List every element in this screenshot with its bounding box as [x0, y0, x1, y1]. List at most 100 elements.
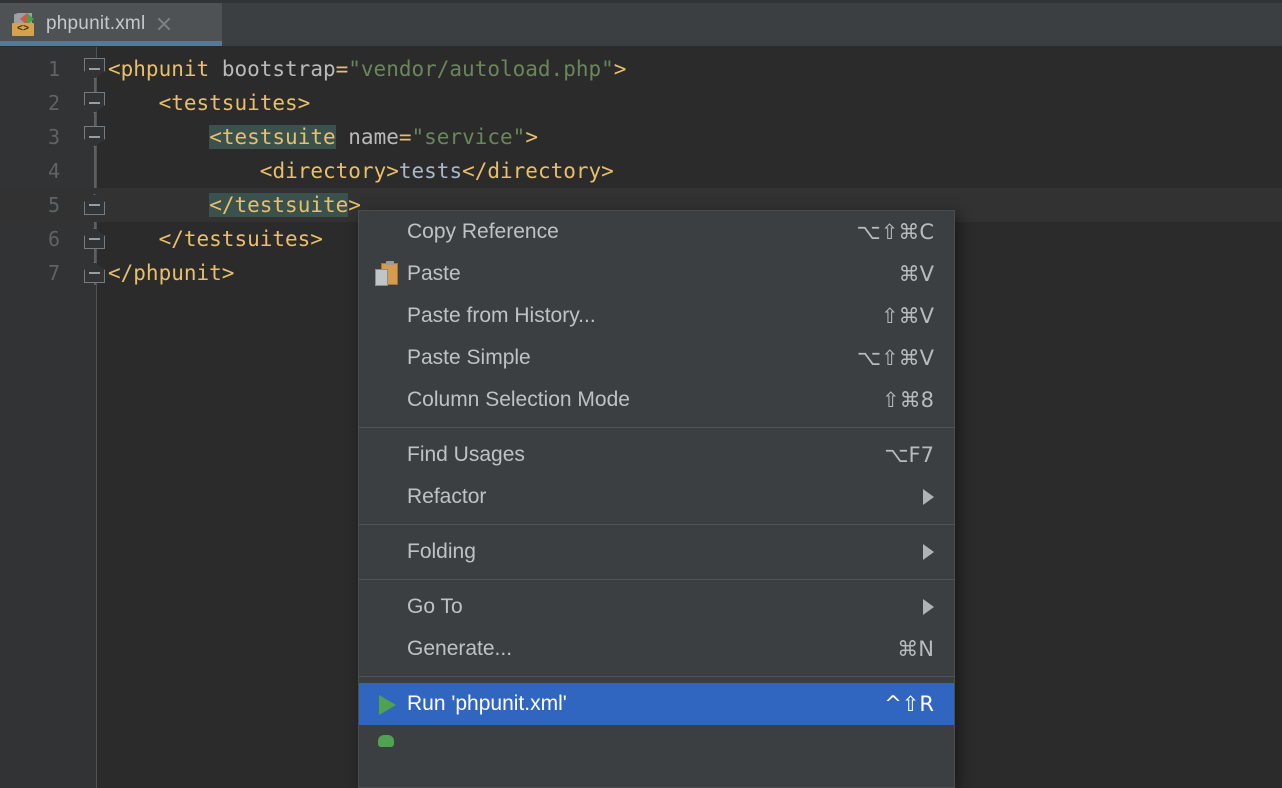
code-token: <testsuites>	[159, 91, 311, 115]
code-token: bootstrap	[222, 57, 336, 81]
editor-tab-phpunit-xml[interactable]: <> phpunit.xml	[0, 3, 222, 44]
fold-collapse-icon[interactable]	[84, 228, 106, 250]
editor-tab-bar: <> phpunit.xml	[0, 0, 1282, 47]
menu-item[interactable]: Copy Reference ⌥⇧⌘C	[359, 211, 954, 253]
code-token: </directory>	[462, 159, 614, 183]
line-content: <phpunit bootstrap="vendor/autoload.php"…	[108, 52, 626, 86]
editor-context-menu[interactable]: Copy Reference ⌥⇧⌘C Paste ⌘V Paste from Hist…	[358, 210, 955, 788]
xml-file-icon: <>	[12, 11, 38, 37]
fold-expand-icon[interactable]	[84, 126, 106, 148]
xml-badge-label: <>	[12, 23, 34, 36]
line-content: </testsuite>	[209, 188, 361, 222]
code-token: </testsuites>	[159, 227, 323, 251]
menu-item-icon-slot	[371, 303, 407, 329]
fold-expand-icon[interactable]	[84, 58, 106, 80]
code-token: <directory>	[260, 159, 399, 183]
menu-item[interactable]: Refactor	[359, 476, 954, 518]
menu-separator	[359, 579, 954, 580]
code-token: </phpunit>	[108, 261, 234, 285]
editor-line[interactable]: 4 <directory>tests</directory>	[0, 154, 1282, 188]
menu-item[interactable]: Generate... ⌘N	[359, 628, 954, 670]
menu-item-label: Folding	[407, 540, 907, 564]
menu-item[interactable]: Run 'phpunit.xml' ^⇧R	[359, 683, 954, 725]
menu-item-shortcut: ⇧⌘V	[881, 304, 934, 328]
code-token: <testsuite	[209, 125, 335, 149]
line-number: 2	[0, 86, 60, 120]
line-number: 5	[0, 188, 60, 222]
line-number: 7	[0, 256, 60, 290]
line-content: <testsuite name="service">	[209, 120, 538, 154]
fold-collapse-icon[interactable]	[84, 262, 106, 284]
line-content: <directory>tests</directory>	[260, 154, 614, 188]
menu-item-shortcut: ⌘N	[897, 637, 934, 661]
code-token: "service"	[412, 125, 526, 149]
menu-item-shortcut: ⌥⇧⌘C	[857, 220, 934, 244]
menu-item-icon-slot	[371, 219, 407, 245]
menu-item-label: Paste	[407, 262, 883, 286]
debug-icon	[371, 733, 407, 759]
code-token: >	[525, 125, 538, 149]
menu-item[interactable]: Folding	[359, 531, 954, 573]
line-content: </testsuites>	[159, 222, 323, 256]
menu-item-label: Run 'phpunit.xml'	[407, 692, 868, 716]
menu-item-label: Find Usages	[407, 443, 868, 467]
menu-item-label: Generate...	[407, 637, 881, 661]
menu-item[interactable]: Find Usages ⌥F7	[359, 434, 954, 476]
editor-line[interactable]: 2 <testsuites>	[0, 86, 1282, 120]
line-number: 4	[0, 154, 60, 188]
menu-item-icon-slot	[371, 387, 407, 413]
editor-tab-label: phpunit.xml	[46, 13, 145, 35]
code-token	[336, 125, 349, 149]
editor-line[interactable]: 3 <testsuite name="service">	[0, 120, 1282, 154]
menu-item-label: Paste from History...	[407, 304, 865, 328]
line-number: 3	[0, 120, 60, 154]
menu-item-label: Go To	[407, 595, 907, 619]
code-token: tests	[399, 159, 462, 183]
fold-expand-icon[interactable]	[84, 92, 106, 114]
menu-item-label: Copy Reference	[407, 220, 841, 244]
menu-item-icon-slot	[371, 539, 407, 565]
menu-item-icon-slot	[371, 484, 407, 510]
paste-icon	[371, 261, 407, 287]
code-token: "vendor/autoload.php"	[348, 57, 614, 81]
menu-item[interactable]	[359, 725, 954, 767]
menu-item-shortcut: ⌥F7	[884, 443, 934, 467]
code-token	[209, 57, 222, 81]
menu-item[interactable]: Paste from History... ⇧⌘V	[359, 295, 954, 337]
menu-item-icon-slot	[371, 594, 407, 620]
code-token: >	[614, 57, 627, 81]
code-token: =	[399, 125, 412, 149]
menu-item-shortcut: ⌥⇧⌘V	[857, 346, 934, 370]
menu-item[interactable]: Go To	[359, 586, 954, 628]
menu-item-icon-slot	[371, 636, 407, 662]
ide-window: <> phpunit.xml 1<phpunit bootstrap="vend…	[0, 0, 1282, 788]
menu-item-shortcut: ⌘V	[899, 262, 934, 286]
submenu-arrow-icon	[923, 599, 934, 615]
code-token: <phpunit	[108, 57, 209, 81]
menu-item-label: Paste Simple	[407, 346, 841, 370]
menu-item[interactable]: Paste Simple ⌥⇧⌘V	[359, 337, 954, 379]
menu-item-shortcut: ⇧⌘8	[882, 388, 934, 412]
menu-item-icon-slot	[371, 345, 407, 371]
menu-separator	[359, 524, 954, 525]
active-tab-underline	[0, 41, 222, 46]
code-token: =	[336, 57, 349, 81]
menu-item-shortcut: ^⇧R	[884, 692, 934, 716]
code-token: </testsuite	[209, 193, 348, 217]
line-content: </phpunit>	[108, 256, 234, 290]
context-menu-items: Copy Reference ⌥⇧⌘C Paste ⌘V Paste from Hist…	[359, 211, 954, 767]
menu-item-label: Refactor	[407, 485, 907, 509]
menu-item[interactable]: Paste ⌘V	[359, 253, 954, 295]
menu-item-label: Column Selection Mode	[407, 388, 866, 412]
menu-separator	[359, 676, 954, 677]
close-icon[interactable]	[155, 15, 173, 33]
line-number: 1	[0, 52, 60, 86]
menu-item[interactable]: Column Selection Mode ⇧⌘8	[359, 379, 954, 421]
submenu-arrow-icon	[923, 544, 934, 560]
editor-line[interactable]: 1 <phpunit bootstrap="vendor/autoload.php…	[0, 52, 1282, 86]
line-content: <testsuites>	[159, 86, 311, 120]
line-number: 6	[0, 222, 60, 256]
fold-collapse-icon[interactable]	[84, 194, 106, 216]
run-icon	[371, 691, 407, 717]
menu-item-icon-slot	[371, 442, 407, 468]
